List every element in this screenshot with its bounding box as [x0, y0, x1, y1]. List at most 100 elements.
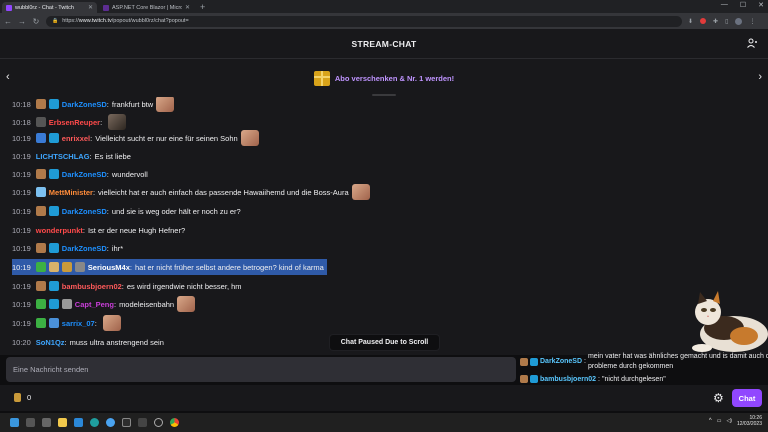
chat-badge-icon[interactable] — [48, 262, 59, 272]
chat-badge-icon[interactable] — [48, 281, 59, 291]
reload-icon[interactable]: ↻ — [32, 17, 40, 26]
close-window-icon[interactable]: ✕ — [758, 1, 764, 9]
message-username[interactable]: DarkZoneSD — [62, 244, 107, 253]
chat-badge-icon[interactable] — [35, 243, 46, 253]
chat-badge-icon[interactable] — [61, 262, 72, 272]
chat-message[interactable]: 10:19 DarkZoneSD: und sie is weg oder hält… — [12, 203, 241, 219]
edge-icon[interactable] — [90, 418, 99, 427]
chat-message[interactable]: 10:19 MettMinister: vielleicht hat er auch… — [12, 184, 370, 200]
message-username[interactable]: Capt_Peng — [75, 300, 114, 309]
chat-badge-icon[interactable] — [48, 169, 59, 179]
store-icon[interactable] — [74, 418, 83, 427]
chat-badge-icon[interactable] — [35, 206, 46, 216]
banner-drag-handle[interactable] — [372, 94, 396, 96]
chat-message[interactable]: 10:19 DarkZoneSD: wundervoll — [12, 166, 148, 182]
forward-icon[interactable]: → — [18, 17, 26, 26]
message-username[interactable]: bambusbjoern02 — [62, 282, 122, 291]
message-username[interactable]: DarkZoneSD — [62, 170, 107, 179]
chat-message-input[interactable] — [13, 365, 509, 374]
message-username[interactable]: SeriousM4x — [88, 263, 130, 272]
close-tab-icon[interactable]: ✕ — [88, 4, 93, 11]
emote-image[interactable] — [156, 97, 175, 112]
maximize-icon[interactable]: ☐ — [740, 1, 746, 9]
chat-badge-icon[interactable] — [48, 206, 59, 216]
close-tab-icon[interactable]: ✕ — [185, 4, 190, 11]
chat-badge-icon[interactable] — [48, 243, 59, 253]
message-username[interactable]: ErbsenReuper — [49, 118, 100, 127]
chat-message[interactable]: 10:19 wonderpunkt: Ist er der neue Hugh He… — [12, 222, 185, 238]
chat-settings-gear-icon[interactable]: ⚙ — [713, 391, 724, 405]
windows-start-icon[interactable] — [10, 418, 19, 427]
search-icon[interactable] — [26, 418, 35, 427]
emote-image[interactable] — [240, 130, 259, 146]
message-username[interactable]: LICHTSCHLAG — [36, 152, 90, 161]
minimize-icon[interactable]: — — [721, 1, 728, 9]
emote-image[interactable] — [102, 315, 121, 331]
message-username[interactable]: MettMinister — [49, 188, 93, 197]
chat-message[interactable]: 10:19 Capt_Peng: modeleisenbahn — [12, 296, 196, 312]
chat-badge-icon[interactable] — [35, 318, 46, 328]
chat-badge-icon[interactable] — [35, 117, 46, 127]
chat-message[interactable]: 10:19 enrixxel: Vielleicht sucht er nur ei… — [12, 130, 259, 146]
chat-badge-icon[interactable] — [35, 281, 46, 291]
extensions-puzzle-icon[interactable]: ✚ — [713, 18, 718, 25]
task-view-icon[interactable] — [42, 418, 51, 427]
chat-badge-icon[interactable] — [48, 318, 59, 328]
network-icon[interactable]: ▭ — [717, 418, 722, 424]
chat-message[interactable]: 10:18 DarkZoneSD: frankfurt btw — [12, 97, 175, 112]
system-clock[interactable]: 10:26 12/03/2023 — [737, 415, 762, 427]
message-username[interactable]: enrixxel — [62, 134, 90, 143]
new-tab-button[interactable]: + — [196, 2, 209, 13]
obs-icon[interactable] — [154, 418, 163, 427]
extension-red-icon[interactable] — [700, 18, 707, 24]
tray-overflow-icon[interactable]: ^ — [709, 418, 712, 424]
volume-icon[interactable]: ◁) — [726, 418, 732, 424]
chat-message-list[interactable]: 10:18 DarkZoneSD: frankfurt btw 10:18 Erbsen… — [0, 97, 768, 355]
chat-badge-icon[interactable] — [48, 299, 59, 309]
chat-badge-icon[interactable] — [48, 133, 59, 143]
message-username[interactable]: SoN1Qz — [36, 338, 65, 347]
chat-paused-notice[interactable]: Chat Paused Due to Scroll — [330, 335, 439, 350]
chat-badge-icon[interactable] — [35, 262, 46, 272]
message-username[interactable]: DarkZoneSD — [62, 207, 107, 216]
message-username[interactable]: wonderpunkt — [36, 226, 83, 235]
prev-banner-arrow-icon[interactable]: ‹ — [6, 71, 10, 83]
menu-kebab-icon[interactable]: ⋮ — [749, 18, 755, 25]
file-explorer-icon[interactable] — [58, 418, 67, 427]
channel-points[interactable]: 0 — [14, 393, 31, 402]
emote-image[interactable] — [351, 184, 370, 200]
chat-badge-icon[interactable] — [35, 299, 46, 309]
chat-message[interactable]: 10:19 SeriousM4x: hat er nicht früher selb… — [12, 259, 327, 275]
chat-badge-icon[interactable] — [35, 133, 46, 143]
chat-badge-icon[interactable] — [35, 99, 46, 109]
profile-avatar-icon[interactable] — [735, 17, 743, 25]
chat-message[interactable]: 10:19 LICHTSCHLAG: Es ist liebe — [12, 148, 131, 164]
chat-badge-icon[interactable] — [74, 262, 85, 272]
chat-badge-icon[interactable] — [35, 187, 46, 197]
chat-send-button[interactable]: Chat — [732, 389, 762, 407]
gift-sub-banner[interactable]: ‹ Abo verschenken & Nr. 1 werden! › — [0, 59, 768, 97]
back-icon[interactable]: ← — [4, 17, 12, 26]
sidebar-icon[interactable]: ▯ — [725, 18, 728, 25]
emote-image[interactable] — [108, 114, 127, 130]
message-username[interactable]: DarkZoneSD — [62, 100, 107, 109]
chat-input-box[interactable] — [6, 357, 516, 382]
chat-message[interactable]: 10:19 sarrix_07: — [12, 315, 121, 331]
chrome-icon[interactable] — [170, 418, 179, 427]
chat-message[interactable]: 10:20 SoN1Qz: muss ultra anstrengend sein — [12, 334, 164, 350]
chat-badge-icon[interactable] — [48, 99, 59, 109]
app-blue-icon[interactable] — [106, 418, 115, 427]
chat-badge-icon[interactable] — [61, 299, 72, 309]
address-bar[interactable]: 🔒 https://www.twitch.tv/popout/wubbl0rz/… — [46, 15, 682, 27]
chat-badge-icon[interactable] — [35, 169, 46, 179]
browser-tab-twitch[interactable]: wubbl0rz - Chat - Twitch ✕ — [2, 2, 97, 13]
community-users-icon[interactable] — [747, 38, 758, 51]
next-banner-arrow-icon[interactable]: › — [758, 71, 762, 83]
chat-message[interactable]: 10:19 DarkZoneSD: ihr* — [12, 240, 123, 256]
chat-message[interactable]: 10:18 ErbsenReuper: — [12, 114, 127, 130]
emote-image[interactable] — [177, 296, 196, 312]
download-icon[interactable]: ⬇ — [688, 18, 693, 25]
dev-tool-icon[interactable] — [138, 418, 147, 427]
chat-message[interactable]: 10:19 bambusbjoern02: es wird irgendwie ni… — [12, 278, 242, 294]
message-username[interactable]: sarrix_07 — [62, 319, 95, 328]
